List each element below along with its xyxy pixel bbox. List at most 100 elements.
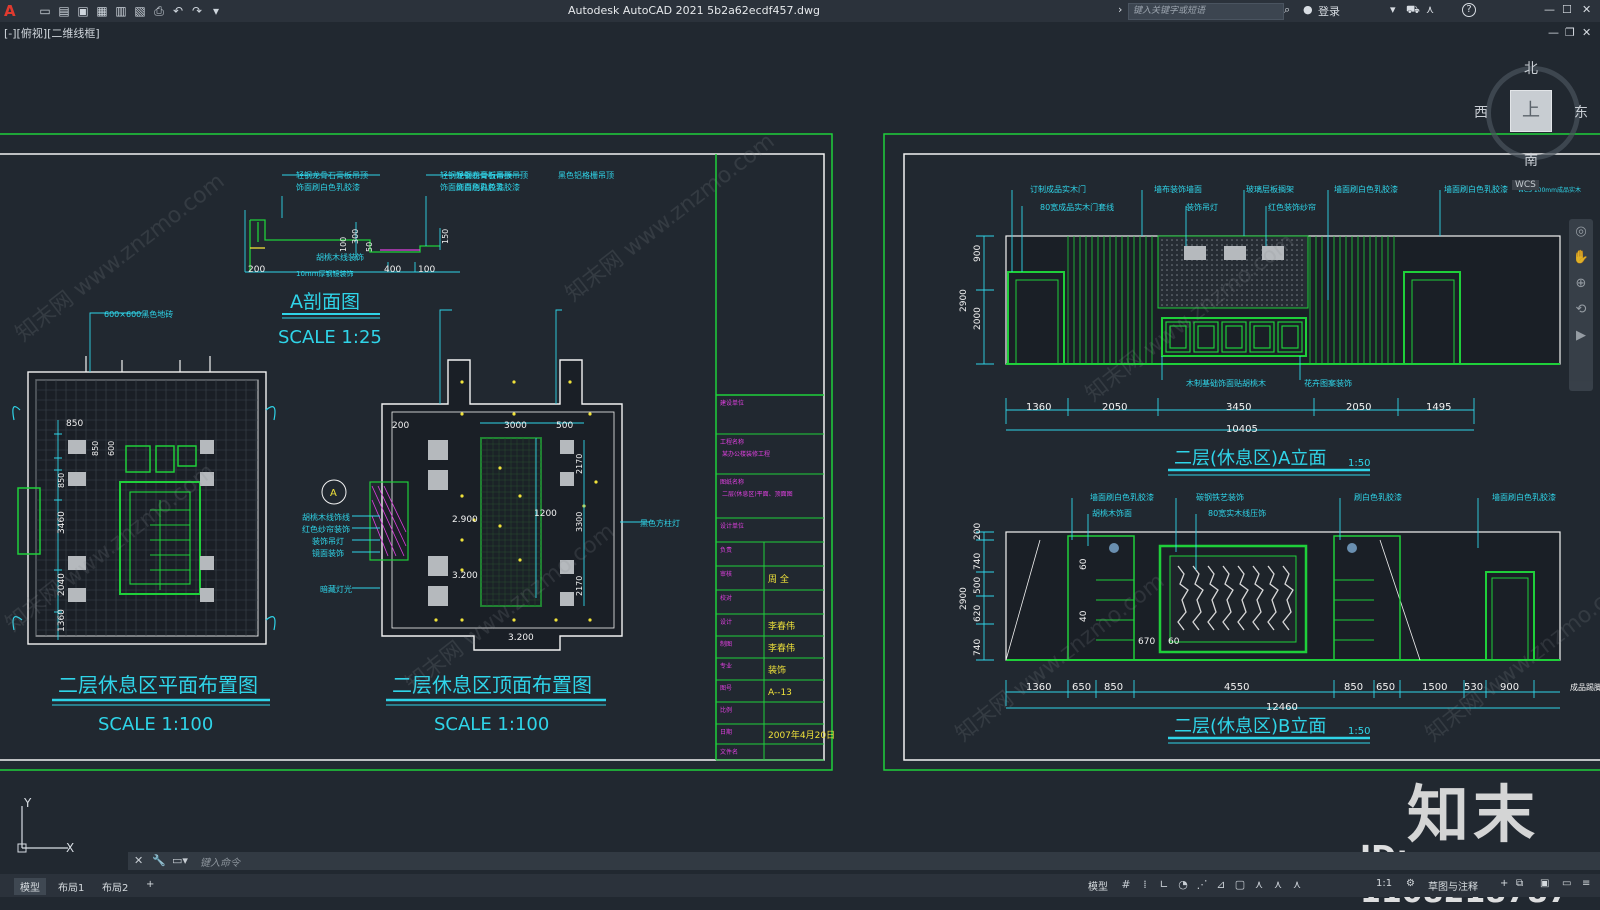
workspace-gear-icon[interactable]: ⚙ <box>1406 878 1415 889</box>
annotation-scale[interactable]: 1:1 <box>1376 878 1392 889</box>
quick-access-toolbar: ▭ ▤ ▣ ▦ ▥ ▧ ⎙ ↶ ↷ ▾ <box>38 3 228 19</box>
orbit-icon[interactable]: ⟲ <box>1569 297 1593 323</box>
clean-screen-icon[interactable]: ▭ <box>1562 878 1571 889</box>
title-block: 建设单位工程名称某办公楼装修工程图纸名称二层(休息区)平面、顶面图设计单位负责审… <box>715 154 835 761</box>
search-icon[interactable]: ⌕ <box>1284 3 1290 17</box>
customize-command-icon[interactable]: 🔧 <box>152 854 166 867</box>
elevation-a-note: 墙面刷白色乳胶漆 <box>1334 184 1398 194</box>
customize-status-icon[interactable]: ≡ <box>1582 878 1590 889</box>
elevation-b-small-dim: 670 <box>1138 637 1155 647</box>
cart-icon[interactable]: ⛟ <box>1406 3 1420 18</box>
command-line[interactable]: ✕ 🔧 ▭▾ 键入命令 <box>128 852 1600 870</box>
zoom-icon[interactable]: ⊕ <box>1569 271 1593 297</box>
save-icon[interactable]: ▣ <box>76 4 90 18</box>
saveas-icon[interactable]: ▦ <box>95 4 109 18</box>
viewcube[interactable]: 上 北 南 西 东 <box>1474 58 1588 169</box>
ceiling-light <box>434 618 438 622</box>
new-icon[interactable]: ▭ <box>38 4 52 18</box>
drawing-restore-icon[interactable]: ❐ <box>1565 26 1575 39</box>
elevation-a-note: 玻璃层板搁架 <box>1246 184 1294 194</box>
snap-icon[interactable]: ⁞ <box>1137 878 1153 892</box>
units-icon[interactable]: ⧉ <box>1516 878 1523 889</box>
annotation-visibility-icon[interactable]: ⋏ <box>1251 878 1267 892</box>
elevation-b-note: 墙面刷白色乳胶漆 <box>1492 492 1556 502</box>
annotation-monitor-icon[interactable]: + <box>1500 878 1508 889</box>
tab-layout2[interactable]: 布局2 <box>96 878 134 895</box>
search-input[interactable]: 键入关键字或短语 <box>1128 3 1284 20</box>
ceiling-dim: 3.200 <box>508 633 534 643</box>
search-expand-icon[interactable]: › <box>1118 3 1122 16</box>
ceiling-dim: 200 <box>392 421 409 431</box>
elevation-a-note: 装饰吊灯 <box>1186 202 1218 212</box>
title-block-label: 图纸名称 <box>720 478 744 486</box>
open-icon[interactable]: ▤ <box>57 4 71 18</box>
login-link[interactable]: 登录 <box>1318 3 1340 19</box>
compass-south[interactable]: 南 <box>1524 150 1538 170</box>
workspace-switcher[interactable]: 草图与注释 <box>1428 878 1478 893</box>
navigation-bar[interactable]: ◎ ✋ ⊕ ⟲ ▶ <box>1569 219 1593 391</box>
section-dim: 100 <box>339 237 348 252</box>
isodraft-icon[interactable]: ⋰ <box>1194 878 1210 892</box>
osnap-icon[interactable]: ⊿ <box>1213 878 1229 892</box>
close-icon[interactable]: ✕ <box>1582 3 1591 16</box>
tab-model[interactable]: 模型 <box>14 878 46 895</box>
elevation-b-height: 500 <box>973 577 983 594</box>
elevation-b-dim: 成品踢脚线 <box>1570 682 1600 692</box>
ceiling-light <box>518 558 522 562</box>
viewcube-top-face[interactable]: 上 <box>1510 90 1552 132</box>
a360-icon[interactable]: ⋏ <box>1426 3 1434 16</box>
customize-icon[interactable]: ▾ <box>209 4 223 18</box>
drawing-close-icon[interactable]: ✕ <box>1582 26 1591 39</box>
elevation-a-dim: 3450 <box>1226 402 1251 413</box>
recent-commands-icon[interactable]: ▭▾ <box>172 854 188 867</box>
viewport-controls[interactable]: [-][俯视][二维线框] <box>4 25 100 41</box>
help-button[interactable]: ? <box>1462 3 1476 17</box>
compass-north[interactable]: 北 <box>1524 58 1538 78</box>
ceiling-note: 红色纱帘装饰 <box>302 524 350 534</box>
plot-preview-icon[interactable]: ▥ <box>114 4 128 18</box>
section-dim: 200 <box>248 265 265 275</box>
compass-east[interactable]: 东 <box>1574 102 1588 122</box>
maximize-icon[interactable]: ☐ <box>1562 3 1572 16</box>
drawing-canvas[interactable]: 建设单位工程名称某办公楼装修工程图纸名称二层(休息区)平面、顶面图设计单位负责审… <box>0 42 1600 852</box>
ceiling-dim: 3.200 <box>452 571 478 581</box>
showmotion-icon[interactable]: ▶ <box>1569 323 1593 349</box>
title-block-value: 2007年4月20日 <box>768 729 835 741</box>
print-icon[interactable]: ⎙ <box>152 4 166 18</box>
annotation-scale-icon[interactable]: ⋏ <box>1289 878 1305 892</box>
grid-icon[interactable]: # <box>1118 878 1134 892</box>
model-space-button[interactable]: 模型 <box>1088 878 1108 893</box>
compass-west[interactable]: 西 <box>1474 102 1488 122</box>
ceiling-light <box>568 380 572 384</box>
redo-icon[interactable]: ↷ <box>190 4 204 18</box>
ceiling-note: 黑色铝格栅吊顶 <box>558 170 614 180</box>
undo-icon[interactable]: ↶ <box>171 4 185 18</box>
wcs-menu[interactable]: WCS <box>1512 180 1539 190</box>
hardware-accel-icon[interactable]: ▣ <box>1540 878 1549 889</box>
ceiling-dim: 2170 <box>575 576 584 596</box>
command-input[interactable]: 键入命令 <box>200 854 240 869</box>
add-layout-button[interactable]: + <box>140 878 160 891</box>
minimize-icon[interactable]: — <box>1544 3 1555 16</box>
lineweight-icon[interactable]: ▢ <box>1232 878 1248 892</box>
steering-wheel-icon[interactable]: ◎ <box>1569 219 1593 245</box>
title-block-label: 日期 <box>720 728 732 736</box>
ceiling-note: 装饰吊灯 <box>312 536 344 546</box>
title-block-label: 建设单位 <box>720 399 744 407</box>
elevation-b-total: 12460 <box>1266 702 1298 713</box>
user-icon[interactable]: ● <box>1303 3 1313 16</box>
tab-layout1[interactable]: 布局1 <box>52 878 90 895</box>
dropdown-icon[interactable]: ▾ <box>1390 3 1396 16</box>
ortho-icon[interactable]: ∟ <box>1156 878 1172 892</box>
polar-icon[interactable]: ◔ <box>1175 878 1191 892</box>
drawing-minimize-icon[interactable]: — <box>1548 26 1559 39</box>
publish-icon[interactable]: ▧ <box>133 4 147 18</box>
elevation-b-dim: 650 <box>1376 682 1395 693</box>
pan-icon[interactable]: ✋ <box>1569 245 1593 271</box>
autocad-logo-icon[interactable]: A <box>4 2 16 20</box>
autoscale-icon[interactable]: ⋏ <box>1270 878 1286 892</box>
ceiling-dim: 1200 <box>534 509 557 519</box>
elevation-a-note: 花卉图案装饰 <box>1304 378 1352 388</box>
elevation-b-height: 2900 <box>959 587 969 610</box>
close-command-icon[interactable]: ✕ <box>134 854 143 867</box>
